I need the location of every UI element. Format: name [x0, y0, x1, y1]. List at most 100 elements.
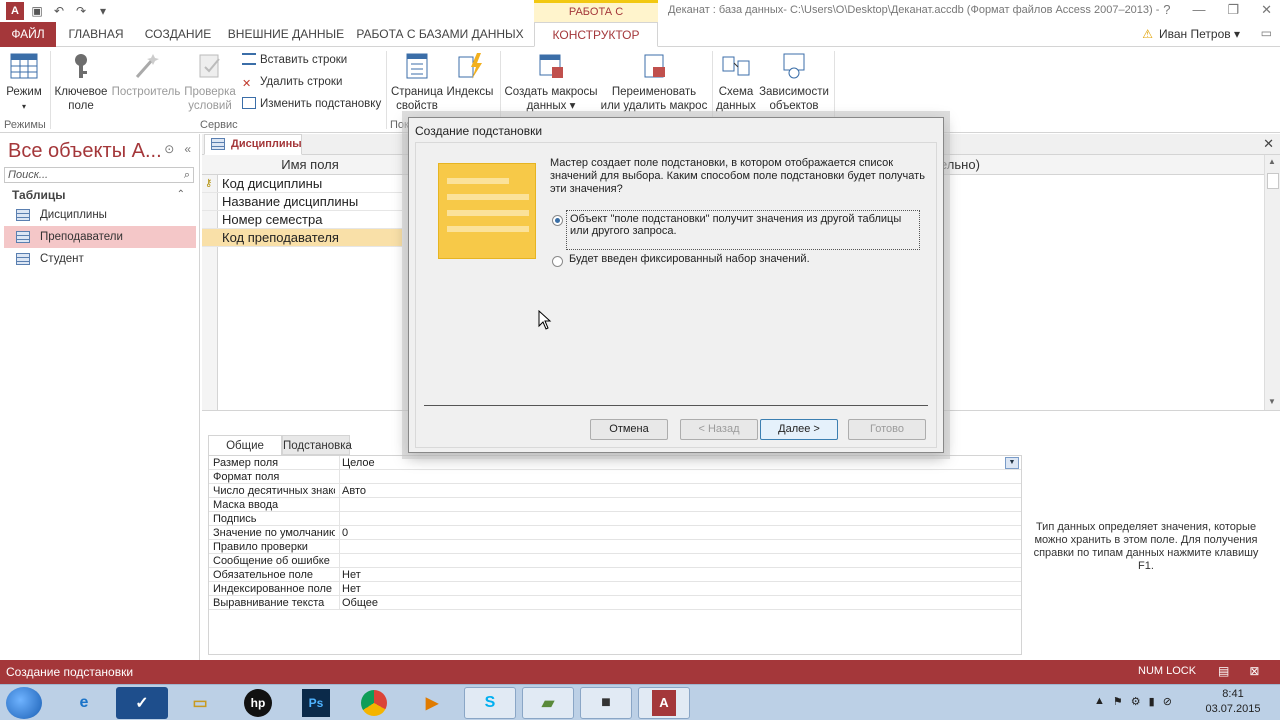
- tab-file[interactable]: ФАЙЛ: [0, 22, 56, 47]
- checkmark-app-icon[interactable]: ✓: [116, 687, 168, 719]
- property-value[interactable]: [339, 498, 1021, 512]
- property-row[interactable]: Правило проверки: [209, 540, 1021, 554]
- nav-item-teachers[interactable]: Преподаватели: [4, 226, 196, 248]
- object-dependencies-button[interactable]: Зависимости объектов: [758, 47, 830, 113]
- table-row[interactable]: Код дисциплины: [202, 175, 402, 193]
- collapse-pane-icon[interactable]: «: [184, 142, 191, 156]
- camera-app-icon[interactable]: ■: [580, 687, 632, 719]
- close-document-icon[interactable]: ✕: [1263, 136, 1274, 152]
- view-mode-button[interactable]: Режим ▾: [2, 47, 46, 114]
- rename-delete-macro-button[interactable]: Переименовать или удалить макрос: [600, 47, 708, 113]
- property-value[interactable]: [339, 540, 1021, 554]
- access-taskbar-icon[interactable]: A: [638, 687, 690, 719]
- property-value[interactable]: [339, 512, 1021, 526]
- cancel-button[interactable]: Отмена: [590, 419, 668, 440]
- property-row[interactable]: Размер поля Целое ▼: [209, 456, 1021, 470]
- close-icon[interactable]: ✕: [1261, 2, 1272, 18]
- relationships-button[interactable]: Схема данных: [714, 47, 758, 113]
- photoshop-icon[interactable]: Ps: [290, 687, 342, 719]
- document-tab-disciplines[interactable]: Дисциплины: [204, 134, 302, 155]
- vertical-scrollbar[interactable]: ▲ ▼: [1264, 155, 1280, 410]
- internet-explorer-icon[interactable]: e: [58, 687, 110, 719]
- option-from-table-label[interactable]: Объект "поле подстановки" получит значен…: [566, 210, 920, 250]
- access-app-icon[interactable]: A: [6, 2, 24, 20]
- radio-from-table[interactable]: [552, 215, 563, 226]
- nav-menu-icon[interactable]: ⊙: [164, 142, 174, 156]
- chrome-icon[interactable]: [348, 687, 400, 719]
- property-sheet-button[interactable]: Страница свойств: [390, 47, 444, 113]
- network-icon[interactable]: ▮: [1149, 695, 1155, 708]
- volume-muted-icon[interactable]: ⊘: [1163, 695, 1172, 708]
- avatar[interactable]: ▭: [1261, 26, 1272, 40]
- column-header-field-name[interactable]: Имя поля: [220, 157, 400, 172]
- table-row[interactable]: Номер семестра: [202, 211, 402, 229]
- datasheet-view-icon[interactable]: ▤: [1218, 664, 1229, 678]
- scroll-thumb[interactable]: [1267, 173, 1279, 189]
- create-data-macros-button[interactable]: Создать макросы данных ▾: [504, 47, 598, 113]
- skype-icon[interactable]: S: [464, 687, 516, 719]
- hp-icon[interactable]: hp: [232, 687, 284, 719]
- nav-search-input[interactable]: Поиск... ⌕: [4, 167, 194, 183]
- system-clock[interactable]: 8:41 03.07.2015: [1198, 687, 1268, 717]
- back-button[interactable]: < Назад: [680, 419, 758, 440]
- tab-create[interactable]: СОЗДАНИЕ: [138, 22, 218, 47]
- nav-item-student[interactable]: Студент: [4, 248, 196, 270]
- property-row[interactable]: Выравнивание текста Общее: [209, 596, 1021, 610]
- property-row[interactable]: Маска ввода: [209, 498, 1021, 512]
- undo-icon[interactable]: ↶: [50, 2, 68, 20]
- property-row[interactable]: Индексированное поле Нет: [209, 582, 1021, 596]
- device-icon[interactable]: ⚙: [1131, 695, 1141, 708]
- property-value[interactable]: Целое: [339, 456, 1021, 470]
- nav-item-disciplines[interactable]: Дисциплины: [4, 204, 196, 226]
- primary-key-button[interactable]: Ключевое поле: [52, 47, 110, 113]
- property-value[interactable]: 0: [339, 526, 1021, 540]
- restore-icon[interactable]: ❐: [1227, 2, 1239, 18]
- design-view-icon[interactable]: ⊠: [1249, 664, 1259, 678]
- file-explorer-icon[interactable]: ▭: [174, 687, 226, 719]
- property-row[interactable]: Число десятичных знаков Авто: [209, 484, 1021, 498]
- property-row[interactable]: Сообщение об ошибке: [209, 554, 1021, 568]
- delete-rows-button[interactable]: ✕ Удалить строки: [242, 73, 342, 91]
- help-icon[interactable]: ?: [1163, 2, 1170, 18]
- notes-app-icon[interactable]: ▰: [522, 687, 574, 719]
- flag-icon[interactable]: ⚑: [1113, 695, 1123, 708]
- insert-rows-button[interactable]: Вставить строки: [242, 51, 347, 69]
- scroll-up-icon[interactable]: ▲: [1268, 157, 1276, 166]
- tab-general[interactable]: Общие: [208, 435, 282, 455]
- nav-pane-title[interactable]: Все объекты A...: [8, 140, 162, 163]
- search-icon[interactable]: ⌕: [184, 168, 190, 182]
- media-player-icon[interactable]: ▶: [406, 687, 458, 719]
- column-header-description[interactable]: ельно): [940, 157, 980, 172]
- next-button[interactable]: Далее >: [760, 419, 838, 440]
- scroll-down-icon[interactable]: ▼: [1268, 397, 1276, 406]
- property-value[interactable]: Нет: [339, 568, 1021, 582]
- tab-home[interactable]: ГЛАВНАЯ: [60, 22, 132, 47]
- chevron-up-icon[interactable]: ⌃: [177, 189, 185, 200]
- property-row[interactable]: Формат поля: [209, 470, 1021, 484]
- user-account[interactable]: ⚠ Иван Петров ▾: [1142, 27, 1240, 41]
- property-value[interactable]: Общее: [339, 596, 1021, 610]
- minimize-icon[interactable]: —: [1192, 2, 1205, 18]
- table-row[interactable]: Название дисциплины: [202, 193, 402, 211]
- save-icon[interactable]: ▣: [28, 2, 46, 20]
- property-row[interactable]: Обязательное поле Нет: [209, 568, 1021, 582]
- nav-group-tables[interactable]: Таблицы: [12, 188, 65, 202]
- option-fixed-values-label[interactable]: Будет введен фиксированный набор значени…: [566, 251, 813, 267]
- modify-lookups-button[interactable]: Изменить подстановку: [242, 95, 381, 113]
- finish-button[interactable]: Готово: [848, 419, 926, 440]
- builder-button[interactable]: Построитель: [110, 47, 182, 99]
- chevron-down-icon[interactable]: ▼: [1005, 457, 1019, 469]
- tray-expand-icon[interactable]: ▲: [1094, 695, 1105, 708]
- indexes-button[interactable]: Индексы: [444, 47, 496, 99]
- property-row[interactable]: Подпись: [209, 512, 1021, 526]
- tab-design[interactable]: КОНСТРУКТОР: [534, 22, 658, 47]
- table-row[interactable]: Код преподавателя: [202, 229, 402, 247]
- property-row[interactable]: Значение по умолчанию 0: [209, 526, 1021, 540]
- customize-qat-icon[interactable]: ▾: [94, 2, 112, 20]
- tab-external-data[interactable]: ВНЕШНИЕ ДАННЫЕ: [226, 22, 346, 47]
- tab-database-tools[interactable]: РАБОТА С БАЗАМИ ДАННЫХ: [354, 22, 526, 47]
- start-button[interactable]: [6, 687, 42, 719]
- property-value[interactable]: [339, 470, 1021, 484]
- property-value[interactable]: [339, 554, 1021, 568]
- property-value[interactable]: Авто: [339, 484, 1021, 498]
